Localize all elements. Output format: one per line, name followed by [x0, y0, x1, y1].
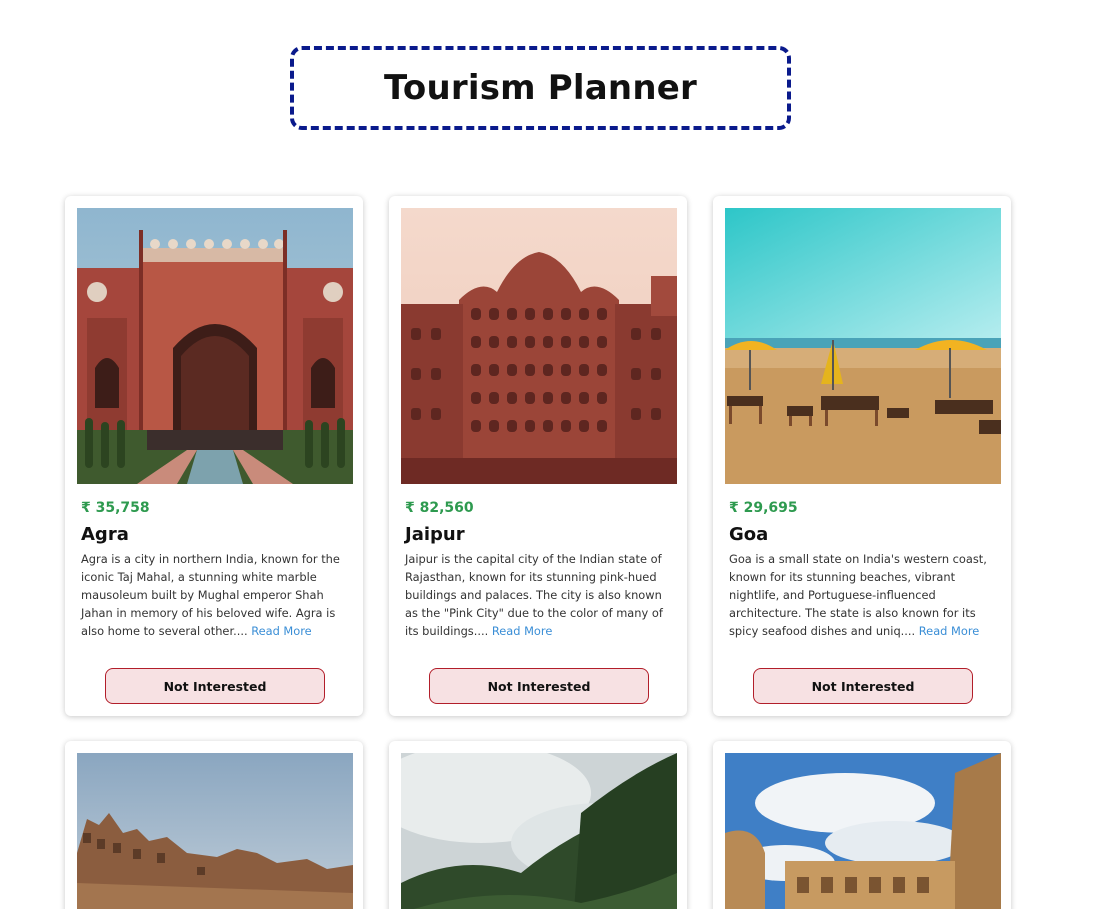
- city-ghats-photo: [77, 753, 353, 909]
- destination-image: [77, 753, 353, 909]
- destination-image-agra: [77, 208, 353, 484]
- description: Jaipur is the capital city of the Indian…: [405, 550, 675, 640]
- destination-card-jaipur: ₹ 82,560 Jaipur Jaipur is the capital ci…: [389, 196, 687, 716]
- destination-image: [725, 753, 1001, 909]
- misty-hills-photo: [401, 753, 677, 909]
- destination-card: [389, 741, 687, 909]
- destination-image-jaipur: [401, 208, 677, 484]
- goa-photo: [725, 208, 1001, 484]
- price: ₹ 82,560: [405, 500, 474, 516]
- city-name: Goa: [729, 524, 769, 545]
- destination-card-agra: ₹ 35,758 Agra Agra is a city in northern…: [65, 196, 363, 716]
- price: ₹ 29,695: [729, 500, 798, 516]
- destination-image-goa: [725, 208, 1001, 484]
- description: Agra is a city in northern India, known …: [81, 550, 351, 640]
- read-more-link[interactable]: Read More: [919, 624, 979, 638]
- read-more-link[interactable]: Read More: [251, 624, 311, 638]
- read-more-link[interactable]: Read More: [492, 624, 552, 638]
- city-name: Agra: [81, 524, 129, 545]
- price: ₹ 35,758: [81, 500, 150, 516]
- page: Tourism Planner ₹ 35,758 Agra Agra is a …: [0, 0, 1093, 909]
- jaipur-photo: [401, 208, 677, 484]
- not-interested-button[interactable]: Not Interested: [753, 668, 973, 704]
- destination-image: [401, 753, 677, 909]
- description: Goa is a small state on India's western …: [729, 550, 999, 640]
- city-name: Jaipur: [405, 524, 465, 545]
- title-box: Tourism Planner: [290, 46, 791, 130]
- page-title: Tourism Planner: [384, 68, 697, 108]
- not-interested-button[interactable]: Not Interested: [105, 668, 325, 704]
- fort-photo: [725, 753, 1001, 909]
- destination-card: [65, 741, 363, 909]
- destination-card: [713, 741, 1011, 909]
- agra-photo: [77, 208, 353, 484]
- not-interested-button[interactable]: Not Interested: [429, 668, 649, 704]
- destination-card-goa: ₹ 29,695 Goa Goa is a small state on Ind…: [713, 196, 1011, 716]
